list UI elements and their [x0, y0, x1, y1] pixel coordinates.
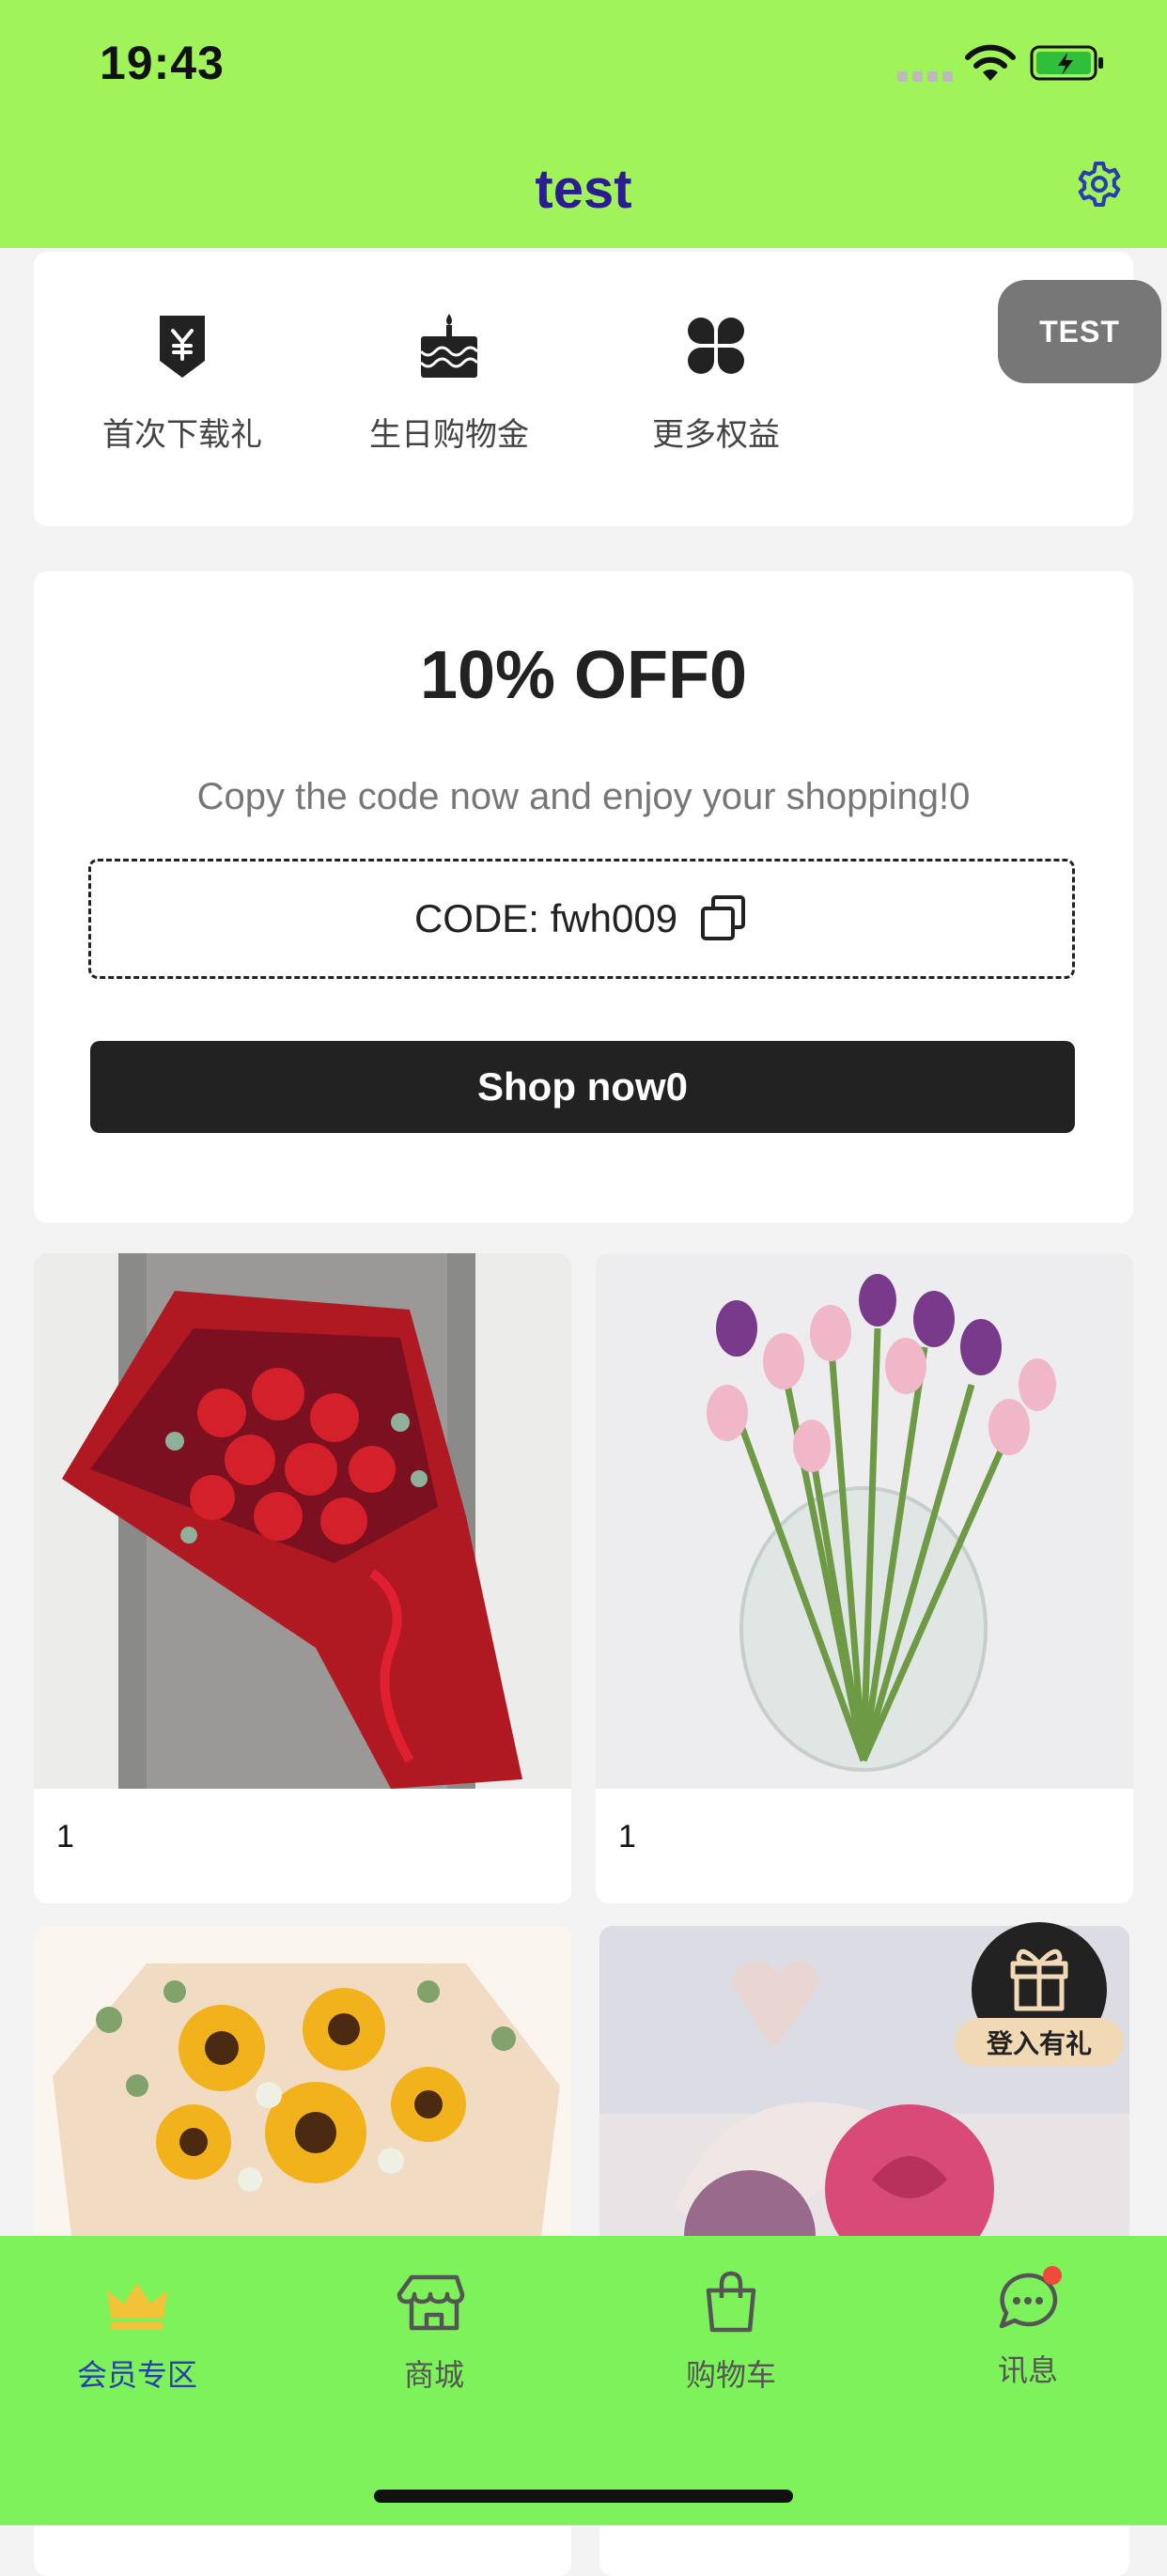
- battery-charging-icon: [1030, 45, 1103, 81]
- bottom-tab-bar: 会员专区 商城 购物车 讯息: [0, 2236, 1167, 2525]
- tab-label: 讯息: [997, 2353, 1058, 2387]
- coupon-subtitle: Copy the code now and enjoy your shoppin…: [196, 776, 971, 817]
- crown-icon: [107, 2283, 167, 2330]
- tab-messages[interactable]: 讯息: [915, 2264, 1141, 2390]
- tab-cart[interactable]: 购物车: [618, 2264, 844, 2395]
- wifi-icon: [965, 44, 1016, 81]
- product-image-tulips: [596, 1253, 1133, 1789]
- status-time: 19:43: [100, 37, 225, 89]
- test-floating-button[interactable]: TEST: [998, 280, 1161, 383]
- notification-badge: [1043, 2266, 1062, 2285]
- birthday-cake-icon: [419, 314, 479, 378]
- product-card[interactable]: 1: [596, 1253, 1133, 1903]
- benefits-card: 首次下载礼 生日购物金 更多权益: [34, 252, 1133, 526]
- cellular-signal-icon: [897, 70, 957, 86]
- benefit-first-download[interactable]: 首次下载礼: [79, 308, 286, 455]
- coupon-title: 10% OFF0: [419, 638, 748, 713]
- coupon-code-box[interactable]: CODE: fwh009: [88, 859, 1075, 979]
- nav-bar: test: [0, 132, 1167, 248]
- store-icon: [397, 2274, 465, 2331]
- benefit-label: 更多权益: [652, 417, 780, 453]
- coupon-code: CODE: fwh009: [413, 896, 678, 940]
- shopping-bag-icon: [706, 2271, 756, 2333]
- benefit-more[interactable]: 更多权益: [613, 308, 819, 455]
- shop-now-button[interactable]: Shop now0: [90, 1041, 1075, 1133]
- tab-label: 会员专区: [76, 2358, 197, 2392]
- product-label: 1: [618, 1819, 636, 1854]
- tab-shop[interactable]: 商城: [321, 2264, 547, 2395]
- settings-gear-icon[interactable]: [1073, 158, 1126, 210]
- product-card[interactable]: 1: [34, 1253, 571, 1903]
- yen-tag-icon: [160, 316, 205, 378]
- product-image-red-roses: [34, 1253, 571, 1789]
- tab-member-zone[interactable]: 会员专区: [24, 2264, 250, 2395]
- home-indicator: [374, 2490, 793, 2503]
- page-title: test: [535, 159, 632, 220]
- gift-icon: [1010, 1948, 1068, 2011]
- benefit-label: 首次下载礼: [102, 417, 262, 453]
- clover-grid-icon: [688, 318, 744, 374]
- login-gift-button[interactable]: 登入有礼: [955, 1922, 1124, 2087]
- benefit-label: 生日购物金: [369, 417, 529, 453]
- gift-label: 登入有礼: [955, 2018, 1124, 2067]
- benefit-birthday[interactable]: 生日购物金: [346, 308, 552, 455]
- product-label: 1: [56, 1819, 74, 1854]
- chat-icon-wrap: [990, 2264, 1066, 2339]
- tab-label: 商城: [403, 2358, 464, 2392]
- status-bar: 19:43: [0, 0, 1167, 132]
- coupon-card: 10% OFF0 Copy the code now and enjoy you…: [34, 571, 1133, 1223]
- tab-label: 购物车: [685, 2358, 776, 2392]
- copy-icon[interactable]: [698, 893, 749, 944]
